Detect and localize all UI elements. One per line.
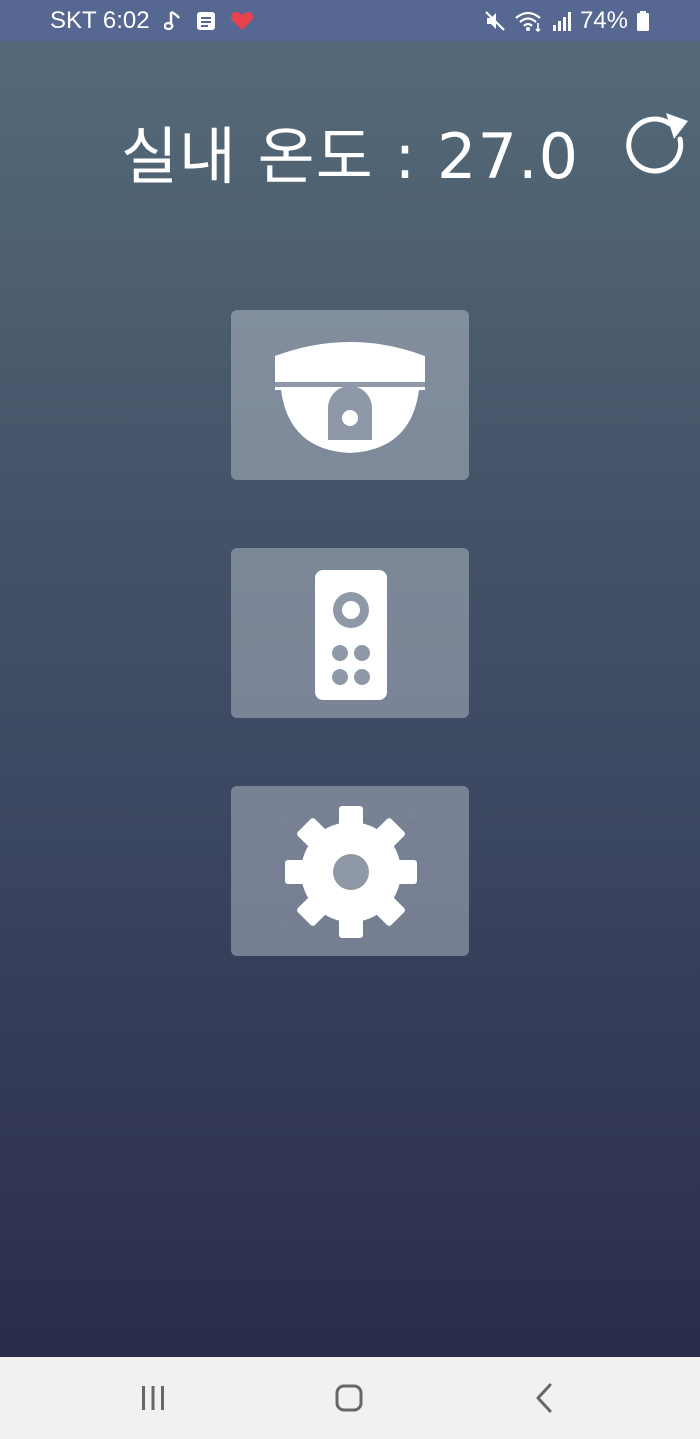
wifi-icon <box>514 10 544 32</box>
recent-apps-icon <box>142 1386 164 1410</box>
phone-screen: SKT 6:02 74% 실내 온도: 27.0 <box>0 0 700 1439</box>
signal-icon <box>552 10 572 32</box>
music-note-icon <box>163 10 182 32</box>
remote-control-icon <box>282 570 418 700</box>
home-button[interactable] <box>324 1373 374 1423</box>
cctv-button[interactable] <box>231 310 469 480</box>
mute-icon <box>484 10 506 32</box>
status-right: 74% <box>484 7 650 35</box>
navigation-bar <box>0 1357 700 1439</box>
notes-icon <box>196 11 216 31</box>
home-icon <box>335 1384 363 1412</box>
settings-button[interactable] <box>231 786 469 956</box>
security-camera-icon <box>275 331 425 453</box>
indoor-temperature-label: 실내 온도 : 27.0 <box>120 120 580 193</box>
status-left: SKT 6:02 <box>50 7 254 35</box>
battery-percent: 74% <box>579 7 628 34</box>
app-content: 실내 온도 : 27.0 <box>0 41 700 1357</box>
status-bar: SKT 6:02 74% <box>0 0 700 41</box>
refresh-icon <box>626 113 688 174</box>
refresh-button[interactable] <box>618 107 698 187</box>
gear-icon <box>282 806 418 938</box>
heart-icon <box>230 11 254 31</box>
remote-control-button[interactable] <box>231 548 469 718</box>
back-button[interactable] <box>520 1373 570 1423</box>
recent-apps-button[interactable] <box>128 1373 178 1423</box>
battery-icon <box>636 10 650 32</box>
carrier-time: SKT 6:02 <box>50 7 150 34</box>
back-chevron-icon <box>536 1383 552 1413</box>
